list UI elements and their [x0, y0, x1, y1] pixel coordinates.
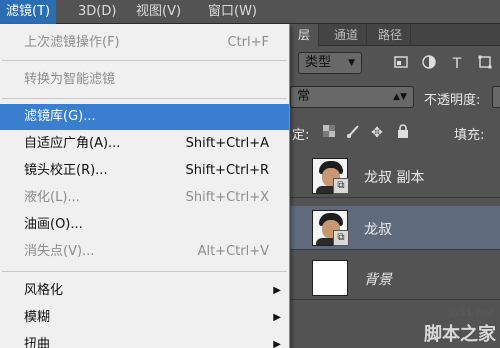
kind-filter-value: 类型 — [305, 55, 332, 70]
layer-row[interactable]: ⧉ 龙叔 — [290, 206, 500, 250]
panel-tabs: 层 通道 路径 — [290, 24, 500, 46]
menu-window[interactable]: 窗口(W) — [202, 0, 263, 24]
menu-item-label: 油画(O)... — [24, 217, 83, 232]
type-filter-icon[interactable]: T — [448, 55, 466, 73]
fill-label: 填充: — [454, 128, 485, 143]
tab-paths[interactable]: 路径 — [370, 24, 412, 46]
menu-divider — [2, 271, 287, 272]
menu-item-liquify[interactable]: 液化(L)... Shift+Ctrl+X — [0, 185, 289, 211]
menu-bar: 滤镜(T) 3D(D) 视图(V) 窗口(W) — [0, 0, 500, 24]
menu-item-label: 滤镜库(G)... — [24, 109, 96, 124]
menu-item-lens-correction[interactable]: 镜头校正(R)... Shift+Ctrl+R — [0, 158, 289, 184]
shape-filter-icon[interactable] — [476, 55, 494, 73]
layer-name: 背景 — [364, 272, 392, 288]
lock-label: 定: — [292, 128, 310, 143]
filter-menu: 上次滤镜操作(F) Ctrl+F 转换为智能滤镜 滤镜库(G)... 自适应广角… — [0, 24, 290, 348]
blend-mode-select[interactable]: 常 ▲▼ — [290, 86, 414, 108]
menu-item-shortcut: Alt+Ctrl+V — [197, 244, 269, 259]
menu-item-shortcut: Shift+Ctrl+X — [185, 190, 269, 205]
layer-filter-row: 类型 ▼ T — [290, 50, 500, 76]
layers-panel: 层 通道 路径 类型 ▼ T 常 ▲▼ 不透明度: 定: ✥ 填充: ⧉ 龙叔 … — [290, 24, 500, 348]
smart-object-icon: ⧉ — [333, 178, 349, 194]
menu-item-vanishing-point[interactable]: 消失点(V)... Alt+Ctrl+V — [0, 239, 289, 265]
brush-icon[interactable] — [344, 124, 362, 142]
menu-divider — [2, 98, 287, 99]
tab-channels[interactable]: 通道 — [326, 24, 368, 46]
menu-item-blur[interactable]: 模糊 ▶ — [0, 305, 289, 331]
menu-item-label: 转换为智能滤镜 — [24, 72, 116, 87]
menu-item-label: 自适应广角(A)... — [24, 136, 121, 151]
menu-item-label: 模糊 — [24, 310, 51, 325]
menu-item-shortcut: Shift+Ctrl+R — [185, 163, 270, 178]
opacity-input[interactable] — [492, 86, 500, 108]
lock-row: 定: ✥ 填充: — [290, 120, 500, 146]
image-filter-icon[interactable] — [392, 55, 410, 73]
watermark: jb51.net 脚本之家 — [372, 306, 500, 348]
menu-item-shortcut: Shift+Ctrl+A — [185, 136, 269, 151]
blend-row: 常 ▲▼ 不透明度: — [290, 84, 500, 110]
menu-view[interactable]: 视图(V) — [130, 0, 187, 24]
lock-transparent-icon[interactable] — [320, 124, 338, 142]
submenu-arrow-icon: ▶ — [273, 312, 281, 323]
menu-item-label: 镜头校正(R)... — [24, 163, 108, 178]
menu-item-label: 扭曲 — [24, 337, 51, 348]
watermark-name: 脚本之家 — [424, 324, 496, 345]
menu-item-label: 风格化 — [24, 283, 64, 298]
menu-item-last-filter[interactable]: 上次滤镜操作(F) Ctrl+F — [0, 30, 289, 56]
adjustment-filter-icon[interactable] — [420, 55, 438, 73]
move-icon[interactable]: ✥ — [368, 124, 386, 142]
menu-filter[interactable]: 滤镜(T) — [0, 0, 57, 24]
watermark-url: jb51.net — [448, 306, 494, 319]
lock-icon[interactable] — [394, 124, 412, 142]
submenu-arrow-icon: ▶ — [273, 285, 281, 296]
menu-item-label: 消失点(V)... — [24, 244, 95, 259]
opacity-label: 不透明度: — [424, 93, 481, 108]
blend-mode-value: 常 — [297, 89, 311, 104]
kind-filter-select[interactable]: 类型 ▼ — [298, 52, 362, 74]
menu-item-adaptive-wide-angle[interactable]: 自适应广角(A)... Shift+Ctrl+A — [0, 131, 289, 157]
menu-item-stylize[interactable]: 风格化 ▶ — [0, 278, 289, 304]
menu-3d[interactable]: 3D(D) — [72, 0, 122, 24]
menu-item-oil-paint[interactable]: 油画(O)... — [0, 212, 289, 238]
layer-row[interactable]: ⧉ 龙叔 副本 — [290, 154, 500, 198]
layer-row[interactable]: 背景 — [290, 256, 500, 300]
menu-item-shortcut: Ctrl+F — [227, 35, 269, 50]
layer-name: 龙叔 副本 — [364, 170, 425, 186]
smart-object-icon: ⧉ — [333, 230, 349, 246]
menu-item-distort[interactable]: 扭曲 ▶ — [0, 332, 289, 348]
menu-item-filter-gallery[interactable]: 滤镜库(G)... — [0, 104, 289, 130]
layer-thumbnail — [312, 260, 348, 296]
menu-item-convert-smart[interactable]: 转换为智能滤镜 — [0, 67, 289, 93]
chevron-down-icon: ▼ — [348, 58, 355, 68]
menu-item-label: 上次滤镜操作(F) — [24, 35, 120, 50]
tab-layers[interactable]: 层 — [290, 24, 320, 46]
chevron-down-icon: ▲▼ — [393, 92, 407, 102]
submenu-arrow-icon: ▶ — [273, 339, 281, 348]
layer-name: 龙叔 — [364, 222, 392, 238]
menu-divider — [2, 60, 287, 61]
menu-item-label: 液化(L)... — [24, 190, 80, 205]
